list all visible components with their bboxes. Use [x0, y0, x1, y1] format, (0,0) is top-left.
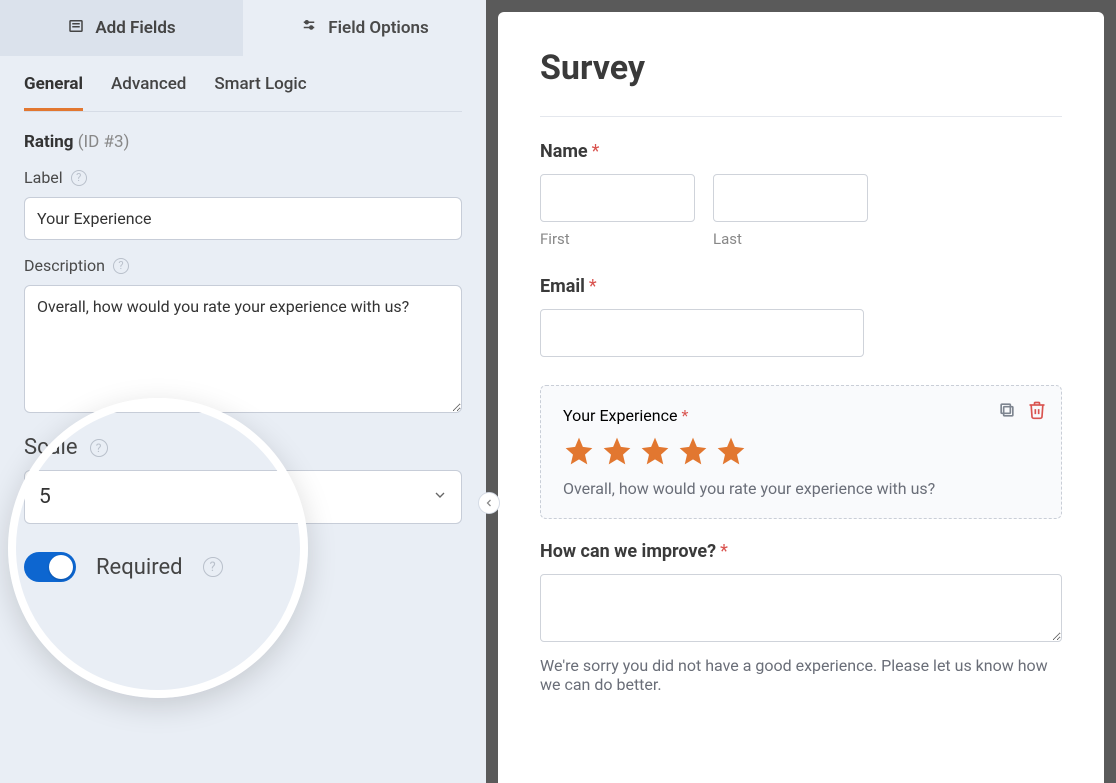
- help-icon[interactable]: ?: [71, 170, 87, 186]
- last-name-input[interactable]: [713, 174, 868, 222]
- tab-field-options-label: Field Options: [328, 18, 428, 38]
- help-icon[interactable]: ?: [90, 439, 108, 457]
- star-icon[interactable]: [639, 435, 671, 467]
- top-tabs: Add Fields Field Options: [0, 0, 486, 56]
- first-name-input[interactable]: [540, 174, 695, 222]
- subtab-advanced[interactable]: Advanced: [111, 74, 186, 111]
- field-type-label: Rating: [24, 132, 73, 152]
- tab-field-options[interactable]: Field Options: [243, 0, 486, 56]
- field-actions: [997, 400, 1047, 420]
- required-star: *: [592, 141, 600, 162]
- sub-tabs: General Advanced Smart Logic: [24, 56, 462, 112]
- trash-icon[interactable]: [1027, 400, 1047, 420]
- scale-select-value: 5: [24, 470, 462, 524]
- required-star: *: [720, 541, 728, 562]
- experience-field-selected[interactable]: Your Experience* Overall, how would you …: [540, 385, 1062, 519]
- sliders-icon: [300, 17, 318, 40]
- improve-label: How can we improve?*: [540, 541, 1062, 562]
- label-group: Label ?: [0, 152, 486, 240]
- subtab-smart-logic[interactable]: Smart Logic: [214, 74, 306, 111]
- required-label: Required: [96, 555, 183, 580]
- stars-row[interactable]: [563, 435, 1039, 467]
- sidebar-panel: Add Fields Field Options General Advance…: [0, 0, 486, 783]
- divider: [540, 116, 1062, 117]
- improve-helper: We're sorry you did not have a good expe…: [540, 656, 1062, 694]
- improve-field[interactable]: How can we improve?* We're sorry you did…: [540, 541, 1062, 694]
- preview-page: Survey Name* First Last Email*: [498, 12, 1104, 783]
- email-input[interactable]: [540, 309, 864, 357]
- required-star: *: [681, 406, 688, 425]
- experience-label: Your Experience*: [563, 406, 1039, 425]
- label-title: Label ?: [24, 168, 462, 187]
- help-icon[interactable]: ?: [113, 258, 129, 274]
- duplicate-icon[interactable]: [997, 400, 1017, 420]
- form-icon: [67, 17, 85, 40]
- scale-group: Scale ? 5: [0, 417, 486, 524]
- required-toggle[interactable]: [24, 552, 76, 582]
- star-icon[interactable]: [601, 435, 633, 467]
- scale-select[interactable]: 5: [24, 470, 462, 524]
- scale-title: Scale ?: [24, 435, 462, 460]
- scale-title-text: Scale: [24, 435, 78, 460]
- name-label: Name*: [540, 141, 1062, 162]
- required-row: Required ?: [0, 524, 486, 582]
- star-icon[interactable]: [563, 435, 595, 467]
- email-label: Email*: [540, 276, 1062, 297]
- field-meta: Rating (ID #3): [0, 112, 486, 152]
- star-icon[interactable]: [715, 435, 747, 467]
- subtab-general[interactable]: General: [24, 74, 83, 111]
- improve-label-text: How can we improve?: [540, 541, 716, 562]
- description-input[interactable]: [24, 285, 462, 413]
- first-name-sublabel: First: [540, 230, 695, 248]
- help-icon[interactable]: ?: [203, 557, 223, 577]
- field-id-note: (ID #3): [78, 132, 130, 152]
- collapse-sidebar-button[interactable]: [478, 492, 500, 514]
- tab-add-fields-label: Add Fields: [95, 18, 175, 38]
- tab-add-fields[interactable]: Add Fields: [0, 0, 243, 56]
- form-title: Survey: [540, 48, 1062, 88]
- name-label-text: Name: [540, 141, 588, 162]
- description-title-text: Description: [24, 256, 105, 275]
- label-title-text: Label: [24, 168, 63, 187]
- description-title: Description ?: [24, 256, 462, 275]
- email-label-text: Email: [540, 276, 585, 297]
- chevron-left-icon: [483, 497, 495, 509]
- improve-input[interactable]: [540, 574, 1062, 642]
- last-name-sublabel: Last: [713, 230, 868, 248]
- required-star: *: [589, 276, 597, 297]
- experience-label-text: Your Experience: [563, 406, 677, 425]
- star-icon[interactable]: [677, 435, 709, 467]
- name-field[interactable]: Name* First Last: [540, 141, 1062, 248]
- experience-description: Overall, how would you rate your experie…: [563, 479, 1039, 498]
- label-input[interactable]: [24, 197, 462, 240]
- description-group: Description ?: [0, 240, 486, 417]
- email-field[interactable]: Email*: [540, 276, 1062, 357]
- preview-area: Survey Name* First Last Email*: [486, 0, 1116, 783]
